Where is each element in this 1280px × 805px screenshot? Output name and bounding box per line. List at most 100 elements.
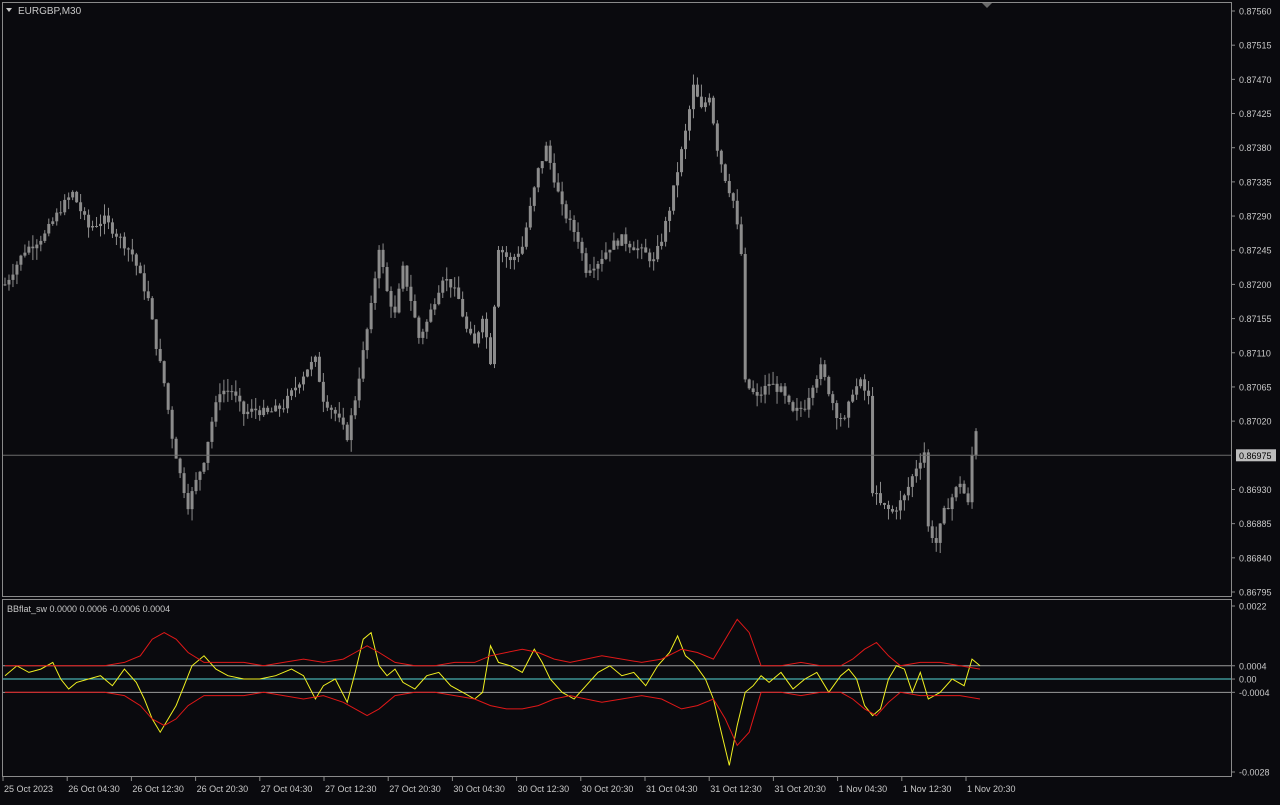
candle-body: [437, 292, 441, 305]
candle: [974, 428, 978, 460]
price-tick-label: 0.86885: [1239, 519, 1272, 529]
candle-body: [405, 265, 409, 287]
candle-body: [194, 479, 198, 492]
time-tick-label: 31 Oct 12:30: [710, 784, 762, 794]
candle-body: [867, 390, 871, 396]
price-tick-label: 0.87110: [1239, 348, 1271, 358]
price-tick-label: 0.87560: [1239, 7, 1272, 17]
candle-body: [158, 348, 162, 362]
candle-body: [126, 248, 130, 250]
candle-body: [930, 526, 934, 539]
candle-body: [600, 258, 604, 264]
candle-body: [59, 212, 63, 214]
candle-body: [648, 252, 652, 262]
candle: [672, 185, 676, 215]
candle-body: [266, 407, 270, 412]
candle-body: [807, 397, 811, 410]
candle-body: [751, 388, 755, 393]
candle-body: [198, 471, 202, 480]
candle-body: [445, 279, 449, 281]
candle-body: [182, 473, 186, 494]
price-tick-label: 0.86840: [1239, 553, 1272, 563]
candle-body: [473, 333, 477, 344]
candle-body: [357, 378, 361, 401]
candle-body: [524, 227, 528, 247]
candle-body: [664, 220, 668, 242]
candle: [620, 234, 624, 247]
candle-body: [417, 317, 421, 338]
candle-body: [433, 304, 437, 310]
time-tick-label: 27 Oct 20:30: [389, 784, 441, 794]
candle-body: [628, 243, 632, 248]
candle-body: [894, 510, 898, 512]
candle-body: [954, 487, 958, 498]
candle-body: [321, 381, 325, 402]
candle-body: [636, 248, 640, 251]
candle-body: [425, 321, 429, 332]
candle: [166, 382, 170, 415]
candle: [743, 247, 747, 383]
candle-body: [966, 493, 970, 503]
candle: [970, 446, 974, 509]
candle-body: [421, 331, 425, 338]
candle-body: [341, 417, 345, 425]
candle-body: [739, 224, 743, 255]
candle-body: [592, 268, 596, 271]
candle-body: [31, 246, 35, 249]
candle-body: [282, 408, 286, 410]
candle-body: [703, 102, 707, 108]
candle-body: [723, 164, 727, 182]
time-tick-label: 1 Nov 20:30: [967, 784, 1016, 794]
time-tick-label: 30 Oct 12:30: [518, 784, 570, 794]
candle-body: [771, 383, 775, 385]
candle-body: [325, 401, 329, 408]
candle-body: [835, 403, 839, 419]
time-tick-label: 26 Oct 12:30: [132, 784, 184, 794]
candle-body: [294, 387, 298, 391]
candle-body: [759, 394, 763, 396]
candle-body: [15, 264, 19, 275]
candle-body: [560, 191, 564, 205]
candle: [942, 505, 946, 526]
candle-body: [71, 191, 75, 198]
price-tick-label: 0.86795: [1239, 588, 1272, 598]
candle-body: [584, 253, 588, 273]
candle-body: [99, 223, 103, 227]
candle-body: [190, 491, 194, 510]
candle-body: [361, 350, 365, 379]
chart-window[interactable]: 0.87560 0.87515 0.87470 0.87425 0.87380 0.873…: [0, 0, 1280, 800]
time-tick-label: 25 Oct 2023: [4, 784, 53, 794]
candle-body: [270, 411, 274, 413]
candle-body: [166, 383, 170, 410]
indicator-tick-label: -0.0028: [1239, 768, 1270, 778]
candle-body: [572, 219, 576, 233]
candle-body: [142, 273, 146, 292]
candle-body: [381, 249, 385, 268]
price-tick-label: 0.87200: [1239, 280, 1272, 290]
candle-body: [385, 267, 389, 292]
candle: [492, 304, 496, 369]
price-tick-label: 0.86930: [1239, 485, 1272, 495]
candle: [827, 375, 831, 397]
candle-body: [616, 240, 620, 246]
candle-body: [871, 395, 875, 494]
candle-body: [504, 252, 508, 257]
candle-body: [691, 84, 695, 110]
candle-body: [309, 361, 313, 370]
candle-body: [138, 265, 142, 274]
candle-body: [262, 407, 266, 416]
candle-body: [942, 507, 946, 524]
candle-body: [604, 252, 608, 259]
candle-body: [851, 394, 855, 402]
candle-body: [775, 383, 779, 392]
candle-body: [855, 386, 859, 395]
candle-body: [875, 493, 879, 495]
candle-body: [588, 270, 592, 273]
candle-body: [365, 329, 369, 351]
candle-body: [469, 328, 473, 334]
candle-body: [63, 199, 67, 213]
candle-body: [556, 182, 560, 192]
candle: [871, 387, 875, 497]
candle-body: [656, 245, 660, 260]
chart-svg[interactable]: 0.87560 0.87515 0.87470 0.87425 0.87380 0.873…: [0, 0, 1280, 800]
